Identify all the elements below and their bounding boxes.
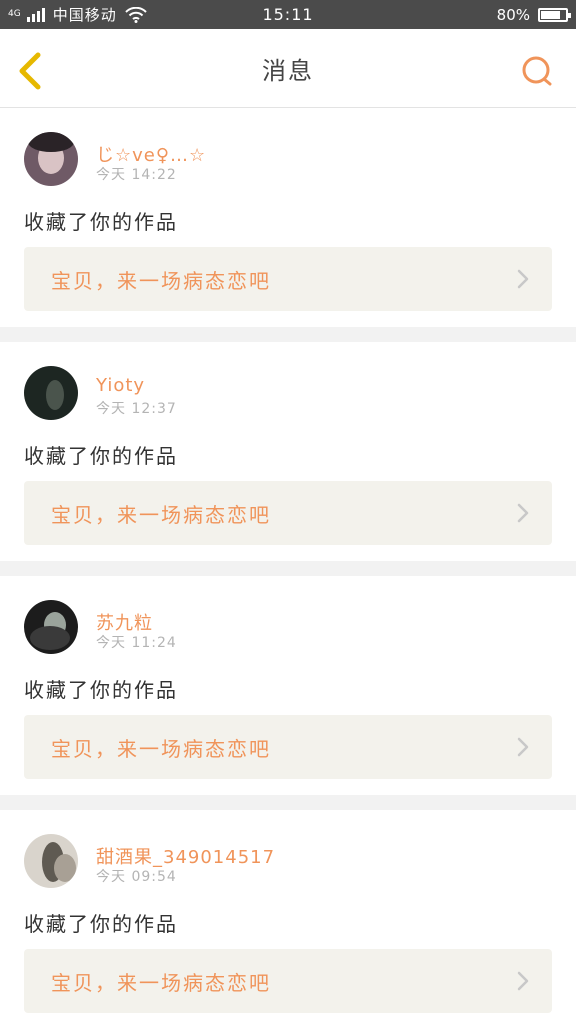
avatar[interactable] xyxy=(24,132,78,186)
action-text: 收藏了你的作品 xyxy=(24,210,178,234)
work-card[interactable]: 宝贝，来一场病态恋吧 xyxy=(24,481,552,545)
action-text: 收藏了你的作品 xyxy=(24,678,178,702)
network-type: 4G xyxy=(8,9,21,19)
divider xyxy=(0,561,576,576)
message-time: 今天 11:24 xyxy=(96,635,177,651)
chevron-right-icon xyxy=(517,503,529,523)
avatar[interactable] xyxy=(24,834,78,888)
search-button[interactable] xyxy=(520,55,554,89)
action-text: 收藏了你的作品 xyxy=(24,912,178,936)
message-item: Yioty 今天 12:37 收藏了你的作品 宝贝，来一场病态恋吧 xyxy=(0,342,576,561)
message-time: 今天 14:22 xyxy=(96,167,177,183)
status-bar: 4G 中国移动 15:11 80% xyxy=(0,0,576,29)
work-title: 宝贝，来一场病态恋吧 xyxy=(51,502,271,527)
chevron-right-icon xyxy=(517,971,529,991)
page-title: 消息 xyxy=(262,56,314,85)
work-title: 宝贝，来一场病态恋吧 xyxy=(51,268,271,293)
nav-bar: 消息 xyxy=(0,29,576,108)
search-icon xyxy=(522,56,552,86)
chevron-right-icon xyxy=(517,269,529,289)
signal-icon xyxy=(26,7,45,22)
message-time: 今天 09:54 xyxy=(96,869,177,885)
avatar[interactable] xyxy=(24,366,78,420)
carrier-name: 中国移动 xyxy=(52,6,117,24)
message-item: じ☆ve♀…☆ 今天 14:22 收藏了你的作品 宝贝，来一场病态恋吧 xyxy=(0,108,576,327)
message-item: 甜酒果_349014517 今天 09:54 收藏了你的作品 宝贝，来一场病态恋… xyxy=(0,810,576,1024)
work-title: 宝贝，来一场病态恋吧 xyxy=(51,970,271,995)
back-button[interactable] xyxy=(14,51,46,91)
message-item: 苏九粒 今天 11:24 收藏了你的作品 宝贝，来一场病态恋吧 xyxy=(0,576,576,795)
wifi-icon xyxy=(125,6,147,23)
work-card[interactable]: 宝贝，来一场病态恋吧 xyxy=(24,247,552,311)
action-text: 收藏了你的作品 xyxy=(24,444,178,468)
battery-level xyxy=(541,10,561,19)
message-time: 今天 12:37 xyxy=(96,401,177,417)
message-list: じ☆ve♀…☆ 今天 14:22 收藏了你的作品 宝贝，来一场病态恋吧 Yiot… xyxy=(0,108,576,1024)
chevron-left-icon xyxy=(19,52,41,90)
work-card[interactable]: 宝贝，来一场病态恋吧 xyxy=(24,715,552,779)
battery-percent: 80% xyxy=(496,5,530,24)
work-title: 宝贝，来一场病态恋吧 xyxy=(51,736,271,761)
avatar[interactable] xyxy=(24,600,78,654)
username[interactable]: Yioty xyxy=(96,375,145,396)
divider xyxy=(0,327,576,342)
battery-icon xyxy=(538,7,571,22)
work-card[interactable]: 宝贝，来一场病态恋吧 xyxy=(24,949,552,1013)
chevron-right-icon xyxy=(517,737,529,757)
divider xyxy=(0,795,576,810)
